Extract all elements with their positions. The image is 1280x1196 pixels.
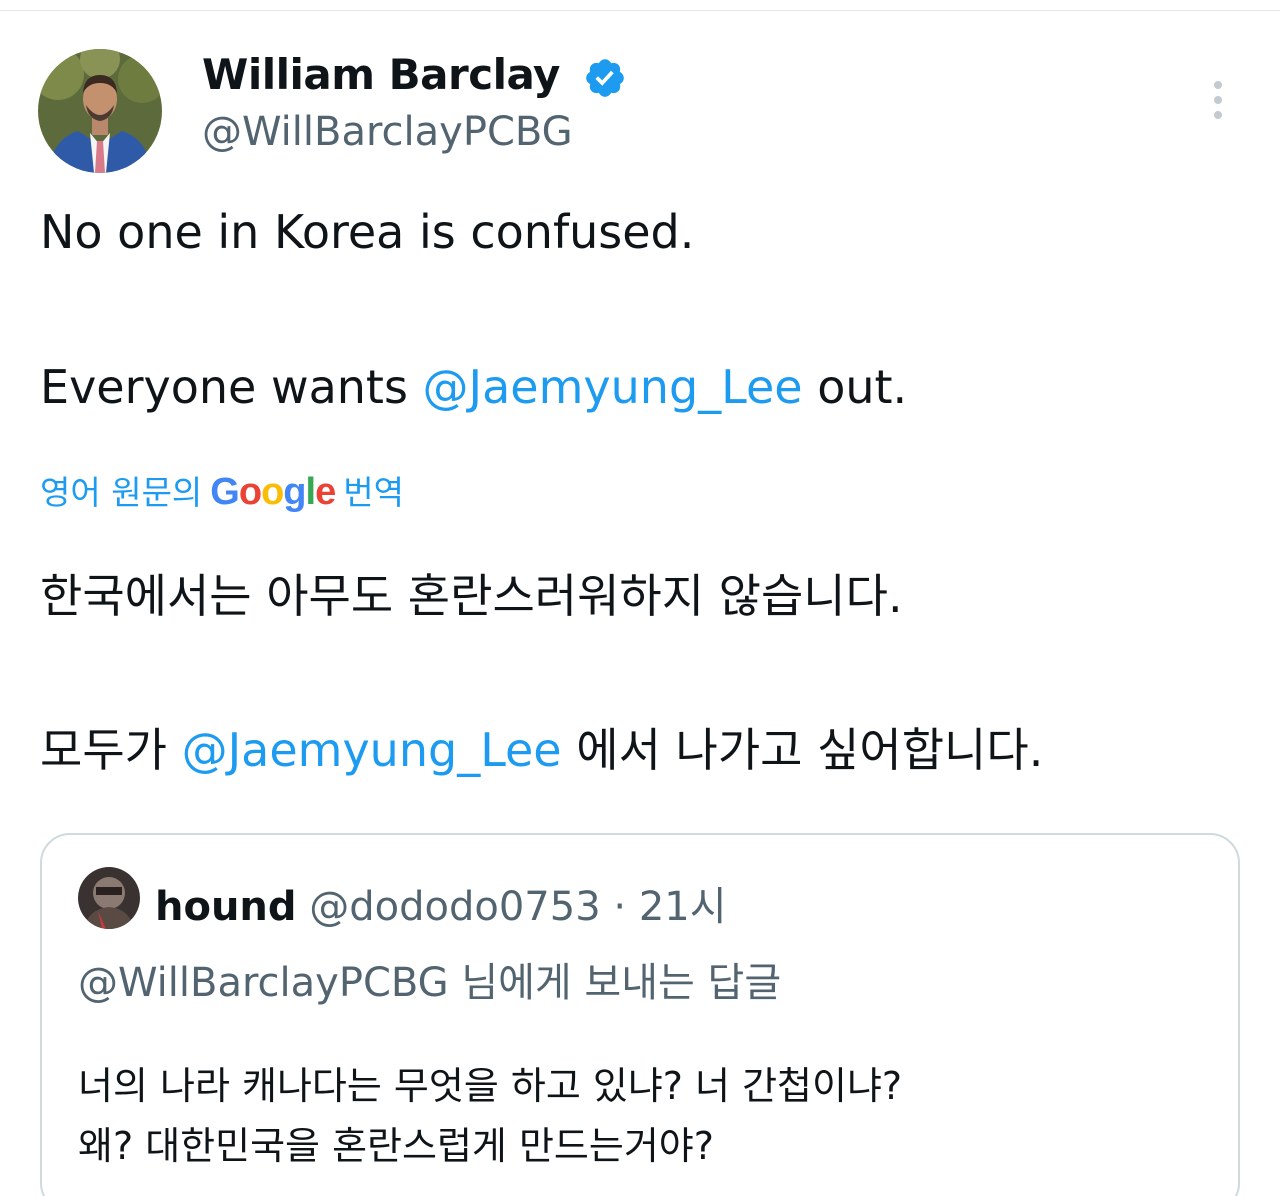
tweet-text-segment: out. (802, 360, 908, 414)
author-handle[interactable]: @WillBarclayPCBG (202, 109, 573, 155)
quoted-text-line: 너의 나라 캐나다는 무엇을 하고 있냐? 너 간첩이냐? (78, 1064, 903, 1108)
reply-context[interactable]: @WillBarclayPCBG 님에게 보내는 답글 (78, 950, 781, 1008)
quoted-author-handle[interactable]: @dododo0753 (309, 884, 600, 930)
avatar-image (38, 49, 162, 173)
quoted-avatar-image (78, 867, 140, 929)
tweet-text-line: Everyone wants @Jaemyung_Lee out. (40, 360, 907, 414)
quoted-author-avatar[interactable] (78, 867, 140, 929)
translated-text-segment: 모두가 (40, 723, 182, 777)
google-logo: Google (210, 471, 336, 513)
divider (0, 10, 1280, 11)
quoted-author-name[interactable]: hound (155, 884, 297, 930)
author-display-name[interactable]: William Barclay (202, 50, 560, 99)
translated-text-line: 한국에서는 아무도 혼란스러워하지 않습니다. (40, 569, 903, 623)
tweet-text-segment: Everyone wants (40, 360, 423, 414)
quoted-timestamp[interactable]: 21시 (639, 884, 727, 930)
translated-text-segment: 에서 나가고 싶어합니다. (561, 723, 1044, 777)
separator-dot: · (613, 884, 627, 930)
mention-link[interactable]: @Jaemyung_Lee (423, 360, 803, 414)
translation-label[interactable]: 영어 원문의 Google 번역 (40, 466, 404, 514)
quoted-text-line: 왜? 대한민국을 혼란스럽게 만드는거야? (78, 1124, 714, 1168)
author-avatar[interactable] (38, 49, 162, 173)
quoted-author-line: hound @dododo0753 · 21시 (155, 874, 727, 932)
tweet-text-line: No one in Korea is confused. (40, 205, 695, 259)
more-options-icon[interactable] (1198, 76, 1238, 126)
translation-suffix: 번역 (343, 473, 404, 512)
translation-prefix: 영어 원문의 (40, 473, 203, 512)
tweet-view: William Barclay @WillBarclayPCBG No one … (0, 0, 1280, 1196)
verified-badge-icon (586, 59, 624, 97)
mention-link[interactable]: @Jaemyung_Lee (182, 723, 562, 777)
translated-text-line: 모두가 @Jaemyung_Lee 에서 나가고 싶어합니다. (40, 714, 1043, 780)
